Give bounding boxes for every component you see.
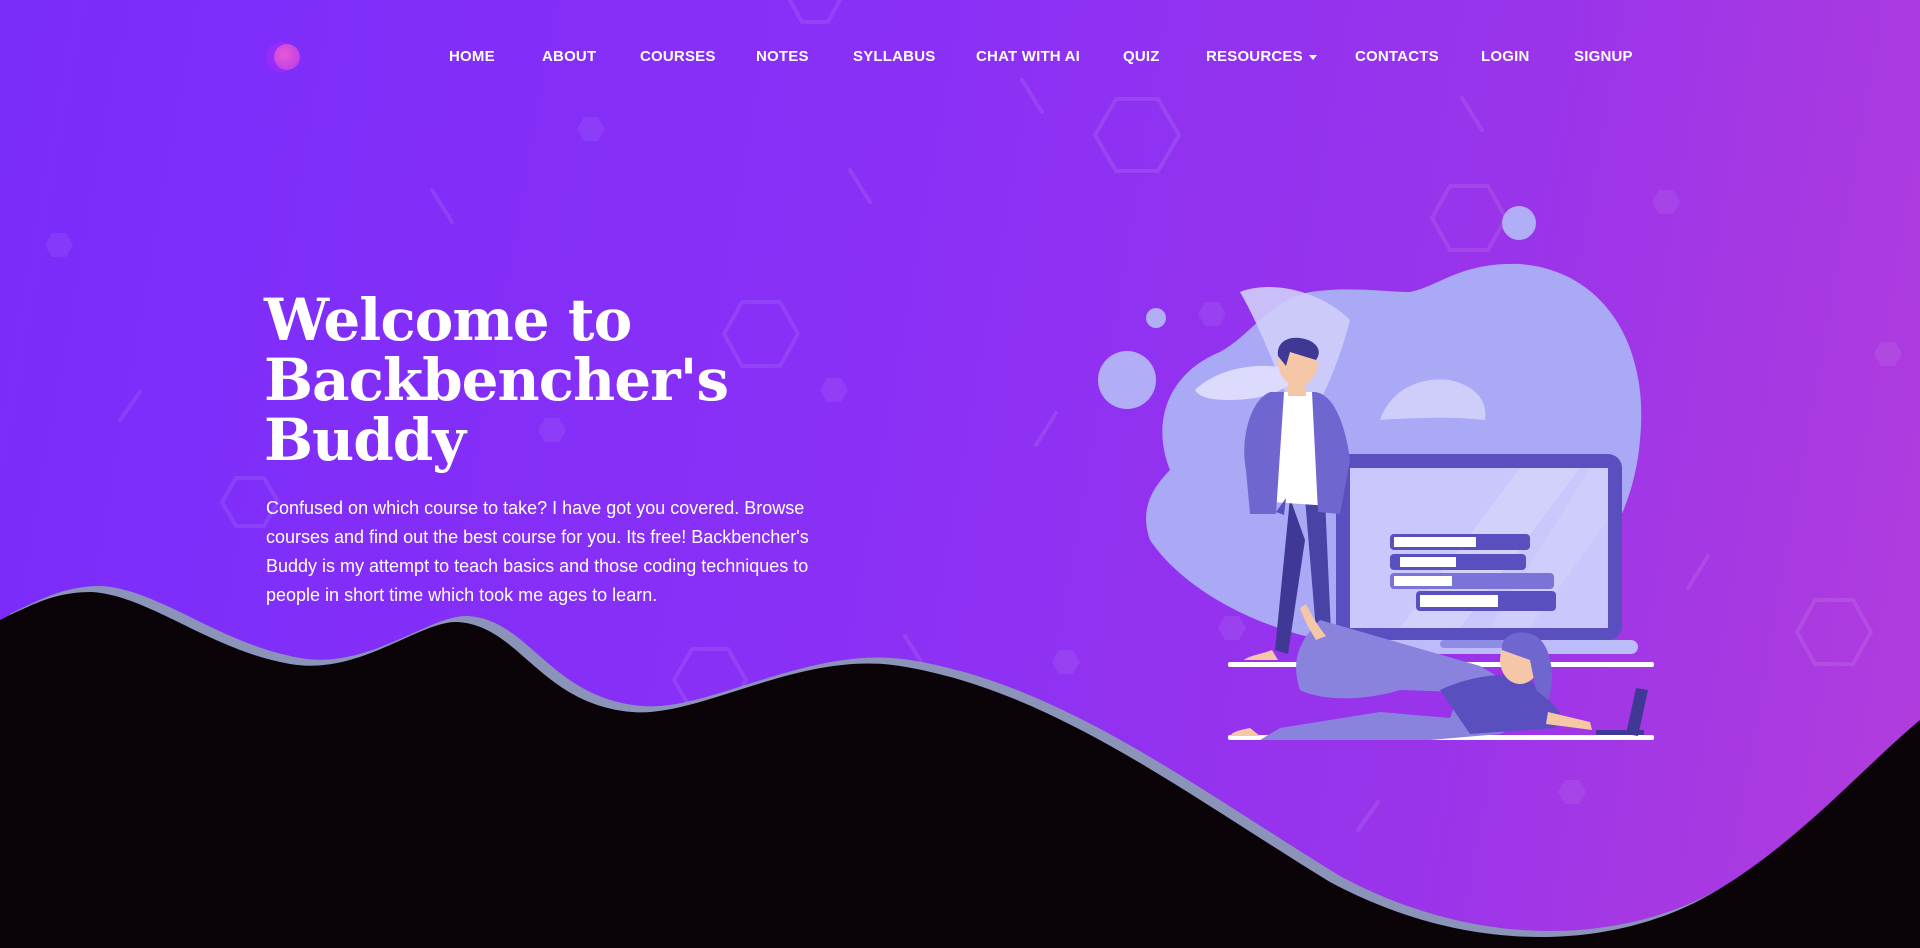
hero-title-line-2: Backbencher's xyxy=(264,346,729,414)
hero-title-line-3: Buddy xyxy=(264,406,466,474)
hero-illustration xyxy=(1098,206,1654,740)
caret-down-icon xyxy=(1308,54,1317,60)
nav-item-home[interactable]: HOME xyxy=(449,48,495,65)
navbar: HOME ABOUT COURSES NOTES SYLLABUS CHAT W… xyxy=(0,0,1920,112)
nav-item-login[interactable]: LOGIN xyxy=(1481,48,1530,65)
nav-item-contacts[interactable]: CONTACTS xyxy=(1355,48,1439,65)
nav-item-syllabus[interactable]: SYLLABUS xyxy=(853,48,935,65)
nav-item-chat-with-ai[interactable]: CHAT WITH AI xyxy=(976,48,1080,65)
hero-section: HOME ABOUT COURSES NOTES SYLLABUS CHAT W… xyxy=(0,0,1920,948)
nav-item-quiz[interactable]: QUIZ xyxy=(1123,48,1160,65)
nav-item-resources[interactable]: RESOURCES xyxy=(1206,48,1317,65)
nav-item-about[interactable]: ABOUT xyxy=(542,48,596,65)
hero-title: Welcome to Backbencher's Buddy xyxy=(264,290,824,470)
nav-item-courses[interactable]: COURSES xyxy=(640,48,716,65)
nav-item-resources-label: RESOURCES xyxy=(1206,48,1303,65)
nav-item-signup[interactable]: SIGNUP xyxy=(1574,48,1633,65)
logo-circles-icon[interactable] xyxy=(266,42,306,72)
hero-description: Confused on which course to take? I have… xyxy=(266,498,809,605)
nav-item-notes[interactable]: NOTES xyxy=(756,48,809,65)
hero-title-line-1: Welcome to xyxy=(264,286,632,354)
